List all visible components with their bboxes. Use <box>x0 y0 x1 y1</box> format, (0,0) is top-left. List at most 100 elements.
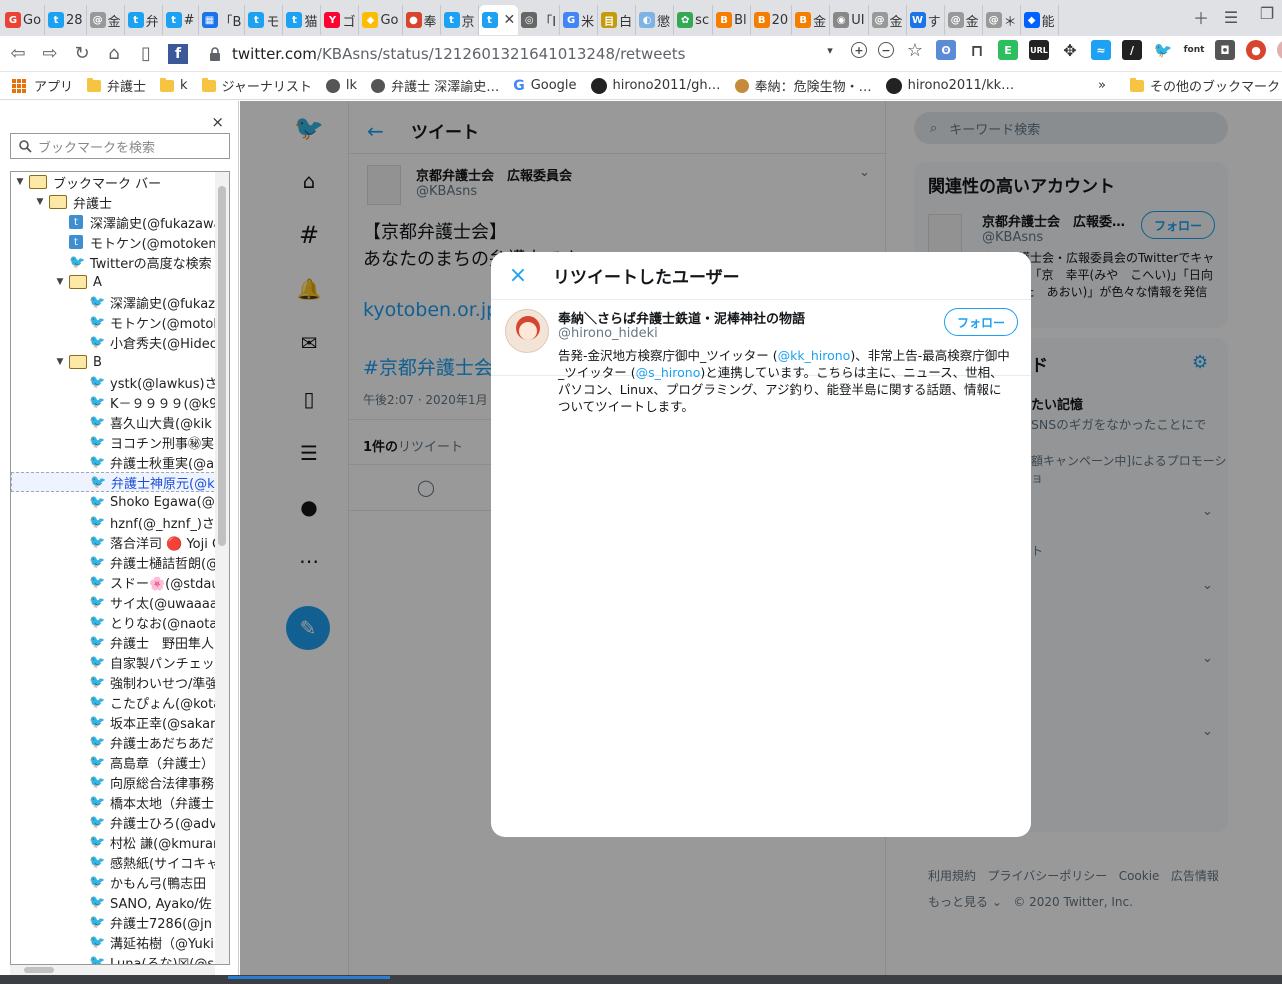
bookmarks-overflow-button[interactable]: » <box>1098 78 1106 93</box>
user-cell[interactable]: 奉納＼さらば弁護士鉄道・泥棒神社の物語 @hirono_hideki フォロー … <box>491 252 1031 414</box>
scrollbar-thumb[interactable] <box>218 186 226 546</box>
bookmark-tree-item[interactable]: 🐦 ヨコチン刑事㊙実 <box>11 432 229 452</box>
bookmark-tree-item[interactable]: 🐦 向原総合法律事務 <box>11 772 229 792</box>
bookmark-tree-item[interactable]: t 深澤諭史(@fukazawa <box>11 212 229 232</box>
tab[interactable]: t # <box>163 5 199 35</box>
bookmark-item[interactable]: 弁護士 深澤諭史… <box>371 76 499 95</box>
bookmark-tree-item[interactable]: 🐦 感熱紙(サイコキャ <box>11 852 229 872</box>
address-bar[interactable]: twitter.com/KBAsns/status/12126013216410… <box>208 40 898 68</box>
bookmark-tree-item[interactable]: 🐦 こたぴょん(@kota <box>11 692 229 712</box>
bookmark-tree-item[interactable]: 🐦 弁護士 野田隼人 <box>11 632 229 652</box>
tab[interactable]: ▦ 「B <box>199 5 246 35</box>
twitter-extension-icon[interactable]: 🐦 <box>1153 40 1173 60</box>
user-name[interactable]: 奉納＼さらば弁護士鉄道・泥棒神社の物語 <box>558 308 805 327</box>
scrollbar-thumb[interactable] <box>24 967 54 973</box>
expand-arrow-icon[interactable]: ▼ <box>35 197 45 207</box>
other-bookmarks-folder[interactable]: その他のブックマーク <box>1130 76 1280 95</box>
tab[interactable]: ◆ Go <box>359 5 403 35</box>
url-text[interactable]: twitter.com/KBAsns/status/12126013216410… <box>232 45 685 63</box>
tab[interactable]: B Bl <box>713 5 751 35</box>
url-extension-icon[interactable]: URL <box>1029 40 1049 60</box>
forward-button[interactable]: ⇨ <box>36 40 64 68</box>
facebook-extension-icon[interactable]: f <box>164 40 192 68</box>
tab[interactable]: tモ <box>245 5 284 35</box>
tab[interactable]: @ 金 <box>87 5 125 35</box>
bookmark-tree-item[interactable]: 🐦 かもん弓(鴨志田 <box>11 872 229 892</box>
tab-active[interactable]: t ✕ <box>478 5 519 35</box>
tab[interactable]: ◉ UI <box>830 5 869 35</box>
tab[interactable]: B 20 <box>751 5 793 35</box>
bookmark-tree-item[interactable]: 🐦 強制わいせつ/準強 <box>11 672 229 692</box>
font-extension-icon[interactable]: font <box>1184 40 1205 60</box>
bookmark-folder[interactable]: ▼ A <box>11 272 229 292</box>
star-icon[interactable]: ☆ <box>905 40 925 61</box>
zoom-in-icon[interactable]: + <box>851 42 867 58</box>
bookmark-tree-item[interactable]: 🐦 溝延祐樹（@Yukil <box>11 932 229 952</box>
bookmark-folder[interactable]: ▼ 弁護士 <box>11 192 229 212</box>
expand-arrow-icon[interactable]: ▼ <box>15 177 25 187</box>
bookmark-tree-item[interactable]: 🐦 サイ太(@uwaaaa) <box>11 592 229 612</box>
bookmark-tree-item[interactable]: 🐦 村松 謙(@kmurar <box>11 832 229 852</box>
bookmark-item[interactable]: k <box>160 77 188 93</box>
bookmark-tree-item[interactable]: 🐦 小倉秀夫(@Hidec <box>11 332 229 352</box>
bookmark-tree-scrollbar[interactable] <box>215 172 229 964</box>
user-handle[interactable]: @hirono_hideki <box>558 326 658 341</box>
tab[interactable]: 目白 <box>598 5 637 35</box>
tab[interactable]: ◆ 能 <box>1021 5 1059 35</box>
account-icon[interactable]: ◉ <box>1277 40 1282 60</box>
bookmark-item[interactable]: 奉納：危険生物・… <box>734 76 872 95</box>
tab[interactable]: @ 金 <box>945 5 983 35</box>
tab[interactable]: t弁 <box>125 5 163 35</box>
profile-avatar-icon[interactable]: ● <box>1246 40 1266 60</box>
tab[interactable]: t京 <box>441 5 479 35</box>
tab[interactable]: Yゴ <box>321 5 360 35</box>
bookmark-tree-item[interactable]: t モトケン(@motoken_ <box>11 232 229 252</box>
evernote-icon[interactable]: E <box>998 40 1018 60</box>
zoom-out-icon[interactable]: − <box>878 42 894 58</box>
tab-search-icon[interactable]: ☰ <box>1220 6 1242 28</box>
tab[interactable]: @ ＊ <box>983 5 1021 35</box>
window-restore-icon[interactable]: ❐ <box>1256 2 1278 24</box>
bookmark-item[interactable]: アプリ <box>12 76 73 95</box>
tab[interactable]: @ 金 <box>869 5 907 35</box>
bookmark-tree-item[interactable]: 🐦 Twitterの高度な検索 <box>11 252 229 272</box>
tab[interactable]: ● 奉 <box>403 5 441 35</box>
binoculars-icon[interactable]: ʘ <box>936 40 956 60</box>
bookmark-item[interactable]: 弁護士 <box>87 76 146 95</box>
home-button[interactable]: ⌂ <box>100 40 128 68</box>
bookmark-tree-hscrollbar[interactable] <box>10 965 215 975</box>
bookmark-tree-item[interactable]: 🐦 hznf(@_hznf_)さん <box>11 512 229 532</box>
bookmark-tree-item[interactable]: 🐦 Luna(るな)☒(@s <box>11 952 229 965</box>
bookmark-tree-item[interactable]: 🐦 ystk(@lawkus)さん <box>11 372 229 392</box>
bookmark-tree-item[interactable]: 🐦 自家製パンチェッタ <box>11 652 229 672</box>
bookmark-tree-item[interactable]: 🐦 高島章（弁護士）( <box>11 752 229 772</box>
back-button[interactable]: ⇦ <box>4 40 32 68</box>
bookmark-folder[interactable]: ▼ ブックマーク バー <box>11 172 229 192</box>
keep-extension-icon[interactable]: ◘ <box>1215 40 1235 60</box>
tab[interactable]: G Go <box>2 5 46 35</box>
bookmark-tree-item[interactable]: 🐦 坂本正幸(@sakar <box>11 712 229 732</box>
bookmark-folder[interactable]: ▼ B <box>11 352 229 372</box>
avatar[interactable] <box>505 309 549 353</box>
mention-link[interactable]: @kk_hirono <box>778 348 851 363</box>
bookmark-tree-item[interactable]: 🐦 橋本太地（弁護士 <box>11 792 229 812</box>
bookmark-tree-item[interactable]: 🐦 弁護士あだちあだ <box>11 732 229 752</box>
expand-arrow-icon[interactable]: ▼ <box>55 277 65 287</box>
bookmark-tree-item[interactable]: 🐦 深澤諭史(@fukaz <box>11 292 229 312</box>
bookmark-tree-item[interactable]: 🐦 弁護士神原元(@k <box>11 472 229 492</box>
bookmark-item[interactable]: lk <box>325 78 357 93</box>
close-icon[interactable]: × <box>211 113 224 131</box>
bookmark-tree-item[interactable]: 🐦 弁護士秋重実(@a <box>11 452 229 472</box>
tab[interactable]: ◐ 懲 <box>636 5 675 35</box>
tab[interactable]: ◎ 「I <box>518 5 561 35</box>
reading-list-icon[interactable]: ▯ <box>132 40 160 68</box>
bookmark-icon[interactable]: ⊓ <box>967 40 987 60</box>
tab[interactable]: t猫 <box>283 5 322 35</box>
bookmark-search-input[interactable]: ブックマークを検索 <box>10 133 230 159</box>
tab[interactable]: t 28 <box>45 5 87 35</box>
new-tab-button[interactable]: ＋ <box>1190 6 1212 28</box>
bookmark-item[interactable]: G Google <box>513 78 576 94</box>
bookmark-tree-item[interactable]: 🐦 弁護士7286(@jn <box>11 912 229 932</box>
bookmark-tree-item[interactable]: 🐦 モトケン(@motok <box>11 312 229 332</box>
bookmark-tree-item[interactable]: 🐦 とりなお(@naotar <box>11 612 229 632</box>
